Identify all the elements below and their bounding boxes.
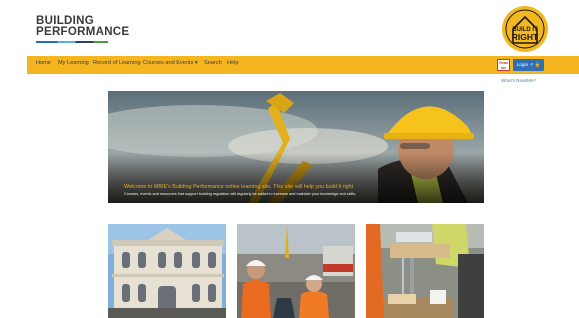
brand-color-bar bbox=[36, 41, 108, 43]
card-timber-testing[interactable] bbox=[366, 224, 484, 318]
whats-readme-link[interactable]: What's ReadMe? bbox=[501, 78, 536, 83]
brand-logo[interactable]: BUILDING PERFORMANCE bbox=[36, 15, 130, 43]
page: BUILDING PERFORMANCE BUILD IT RIGHT Home… bbox=[0, 0, 579, 318]
brand-line-1: BUILDING bbox=[36, 15, 94, 27]
hero-title: Welcome to MBIE's Building Performance o… bbox=[124, 184, 354, 190]
timber-testing-image bbox=[366, 224, 484, 318]
logo-text-line-2: RIGHT bbox=[512, 32, 539, 42]
nav-help[interactable]: Help bbox=[227, 60, 239, 66]
hero-subtitle: Courses, events and resources that suppo… bbox=[124, 192, 357, 196]
card-heritage-building[interactable] bbox=[108, 224, 226, 318]
readme-badge[interactable]: Read me bbox=[497, 59, 510, 71]
nav-search[interactable]: Search bbox=[204, 60, 222, 66]
hero-banner: Welcome to MBIE's Building Performance o… bbox=[108, 91, 484, 203]
heritage-building-image bbox=[108, 224, 226, 318]
nav-record-of-learning[interactable]: Record of Learning bbox=[93, 60, 141, 66]
nav-home[interactable]: Home bbox=[36, 60, 51, 66]
construction-site-image bbox=[237, 224, 355, 318]
brand-line-2: PERFORMANCE bbox=[36, 25, 130, 38]
nav-my-learning[interactable]: My Learning bbox=[58, 60, 89, 66]
nav-courses-and-events[interactable]: Courses and Events ▾ bbox=[143, 60, 198, 66]
build-it-right-logo: BUILD IT RIGHT bbox=[502, 6, 548, 52]
card-construction-site[interactable] bbox=[237, 224, 355, 318]
login-button[interactable]: Login ↗ 🔒 bbox=[513, 59, 544, 71]
